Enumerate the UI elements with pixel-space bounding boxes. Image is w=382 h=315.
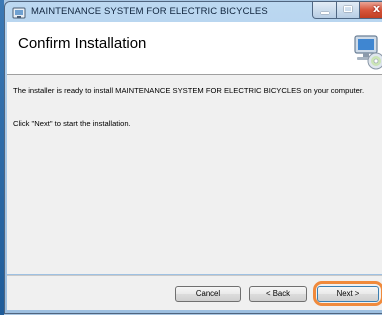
maximize-icon bbox=[344, 6, 352, 12]
minimize-icon bbox=[321, 12, 329, 14]
setup-computer-cd-icon bbox=[354, 35, 382, 70]
cancel-button[interactable]: Cancel bbox=[175, 286, 241, 302]
minimize-button[interactable] bbox=[312, 2, 337, 19]
close-button[interactable]: x bbox=[359, 2, 382, 19]
close-icon: x bbox=[373, 2, 381, 15]
page-title: Confirm Installation bbox=[18, 35, 147, 52]
installer-app-icon bbox=[12, 7, 26, 19]
next-button-highlight bbox=[313, 281, 382, 306]
instruction-text: Click "Next" to start the installation. bbox=[13, 119, 131, 128]
dialog-header: Confirm Installation bbox=[7, 22, 382, 75]
dialog-footer: Cancel < Back Next > bbox=[7, 275, 382, 310]
title-bar[interactable]: MAINTENANCE SYSTEM FOR ELECTRIC BICYCLES… bbox=[5, 2, 382, 24]
maximize-button[interactable] bbox=[336, 2, 360, 19]
install-ready-text: The installer is ready to install MAINTE… bbox=[13, 86, 365, 95]
back-button[interactable]: < Back bbox=[249, 286, 307, 302]
dialog-content: The installer is ready to install MAINTE… bbox=[7, 75, 382, 274]
window-title: MAINTENANCE SYSTEM FOR ELECTRIC BICYCLES bbox=[31, 6, 268, 17]
